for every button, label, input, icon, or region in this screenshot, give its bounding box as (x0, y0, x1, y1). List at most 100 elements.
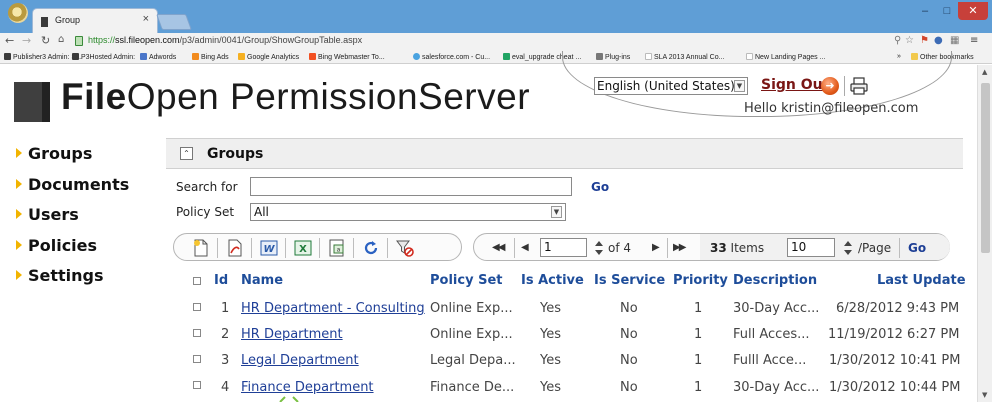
scroll-down-icon[interactable]: ▼ (982, 391, 987, 399)
column-header-priority[interactable]: Priority (673, 273, 728, 288)
group-name-link[interactable]: HR Department (241, 327, 343, 342)
column-header-name[interactable]: Name (241, 273, 283, 288)
group-name-link[interactable]: HR Department - Consulting (241, 301, 425, 316)
page-spinner-icon[interactable] (594, 239, 604, 257)
export-excel-icon[interactable]: X (294, 239, 312, 257)
browser-profile-icon[interactable] (8, 3, 28, 23)
group-name-link[interactable]: Finance Department (241, 380, 374, 395)
table-cell-description: 30-Day Acc... (733, 380, 820, 395)
group-name-link[interactable]: Legal Department (241, 353, 359, 368)
minimize-icon[interactable]: – (914, 2, 936, 20)
column-header-policy-set[interactable]: Policy Set (430, 273, 502, 288)
extension-flag-icon[interactable]: ⚑ (920, 35, 929, 46)
table-cell-is-active: Yes (540, 327, 561, 342)
next-page-icon[interactable]: ▶ (652, 239, 660, 257)
bookmark-item[interactable]: Publisher3 Admin: S... (4, 53, 82, 61)
section-header: ⌃ Groups (166, 138, 963, 169)
chevron-down-icon: ▼ (734, 80, 745, 92)
browser-titlebar: Group × – □ ✕ (0, 0, 992, 33)
sign-out-link[interactable]: Sign Out (761, 77, 829, 93)
back-icon[interactable]: ← (5, 34, 14, 47)
url-field[interactable]: https://ssl.fileopen.com/p3/admin/0041/G… (88, 35, 362, 45)
sign-out-arrow-icon[interactable]: ➜ (821, 77, 839, 95)
clear-filter-icon[interactable] (396, 239, 414, 257)
bookmark-item[interactable]: Adwords (140, 53, 176, 61)
row-checkbox[interactable] (193, 355, 201, 363)
svg-text:a: a (337, 247, 341, 254)
bookmark-item[interactable]: Google Analytics (238, 53, 299, 61)
last-page-icon[interactable]: ▶▶ (673, 239, 686, 257)
first-page-icon[interactable]: ◀◀ (492, 239, 505, 257)
chrome-menu-icon[interactable]: ≡ (970, 35, 978, 46)
sidebar-item-policies[interactable]: Policies (16, 236, 97, 255)
home-icon[interactable]: ⌂ (58, 34, 64, 45)
scroll-up-icon[interactable]: ▲ (982, 68, 987, 76)
bookmark-star-icon[interactable]: ☆ (905, 35, 914, 46)
arrow-right-icon (16, 179, 22, 189)
toolbar-divider (319, 238, 320, 258)
table-cell-priority: 1 (694, 353, 703, 368)
page-count-label: of 4 (608, 241, 632, 255)
bookmark-item[interactable]: P3Hosted Admin: (72, 53, 135, 61)
page-number-input[interactable]: 1 (540, 238, 587, 257)
collapse-icon[interactable]: ⌃ (180, 147, 193, 160)
select-all-checkbox[interactable] (193, 277, 201, 285)
action-toolbar: W X a (173, 233, 462, 261)
export-word-icon[interactable]: W (260, 239, 278, 257)
sidebar-item-settings[interactable]: Settings (16, 266, 104, 285)
per-page-spinner-icon[interactable] (843, 239, 853, 257)
sidebar-item-groups[interactable]: Groups (16, 144, 92, 163)
scrollbar-thumb[interactable] (981, 83, 990, 253)
bookmark-item[interactable]: salesforce.com - Cu... (413, 53, 490, 61)
tab-close-icon[interactable]: × (143, 13, 149, 25)
pager-go-button[interactable]: Go (908, 241, 926, 255)
extension-badge-icon[interactable]: ● (934, 35, 943, 46)
policy-set-select[interactable]: All ▼ (250, 203, 566, 221)
column-header-is-service[interactable]: Is Service (594, 273, 665, 288)
svg-text:X: X (299, 244, 307, 255)
row-checkbox[interactable] (193, 329, 201, 337)
reload-icon[interactable]: ↻ (41, 34, 50, 47)
policy-set-label: Policy Set (176, 205, 235, 219)
logo-wordmark: FileOpen PermissionServer (61, 76, 531, 117)
section-title: Groups (207, 146, 264, 162)
new-document-icon[interactable] (192, 239, 210, 257)
sidebar-item-users[interactable]: Users (16, 205, 79, 224)
extension-grid-icon[interactable]: ▦ (950, 35, 959, 46)
user-greeting: Hello kristin@fileopen.com (744, 101, 919, 116)
per-page-input[interactable]: 10 (787, 238, 835, 257)
toolbar-divider (217, 238, 218, 258)
export-pdf-icon[interactable] (226, 239, 244, 257)
page-scrollbar[interactable]: ▲ ▼ (977, 65, 992, 402)
language-select[interactable]: English (United States) ▼ (594, 77, 748, 95)
per-page-label: /Page (858, 241, 892, 255)
forward-icon[interactable]: → (22, 34, 31, 47)
table-cell-is-active: Yes (540, 301, 561, 316)
new-tab-button[interactable] (156, 14, 192, 30)
window-close-icon[interactable]: ✕ (958, 2, 988, 20)
search-input[interactable] (250, 177, 572, 196)
toolbar-divider (387, 238, 388, 258)
refresh-icon[interactable] (362, 239, 380, 257)
bookmark-item[interactable]: Bing Webmaster To... (309, 53, 385, 61)
arrow-right-icon (16, 148, 22, 158)
browser-tab[interactable]: Group × (32, 8, 158, 33)
column-header-last-update[interactable]: Last Update (877, 273, 966, 288)
table-cell-priority: 1 (694, 380, 703, 395)
export-text-icon[interactable]: a (328, 239, 346, 257)
row-checkbox[interactable] (193, 381, 201, 389)
zoom-icon[interactable]: ⚲ (894, 35, 901, 46)
column-header-description[interactable]: Description (733, 273, 817, 288)
print-icon[interactable] (850, 77, 868, 95)
table-cell-id: 4 (221, 380, 230, 395)
maximize-icon[interactable]: □ (936, 2, 958, 20)
previous-page-icon[interactable]: ◀ (521, 239, 529, 257)
row-checkbox[interactable] (193, 303, 201, 311)
column-header-is-active[interactable]: Is Active (521, 273, 584, 288)
search-go-button[interactable]: Go (591, 180, 609, 194)
table-cell-is-active: Yes (540, 380, 561, 395)
bookmark-item[interactable]: Bing Ads (192, 53, 229, 61)
divider (844, 76, 845, 96)
column-header-id[interactable]: Id (214, 273, 228, 288)
sidebar-item-documents[interactable]: Documents (16, 175, 129, 194)
